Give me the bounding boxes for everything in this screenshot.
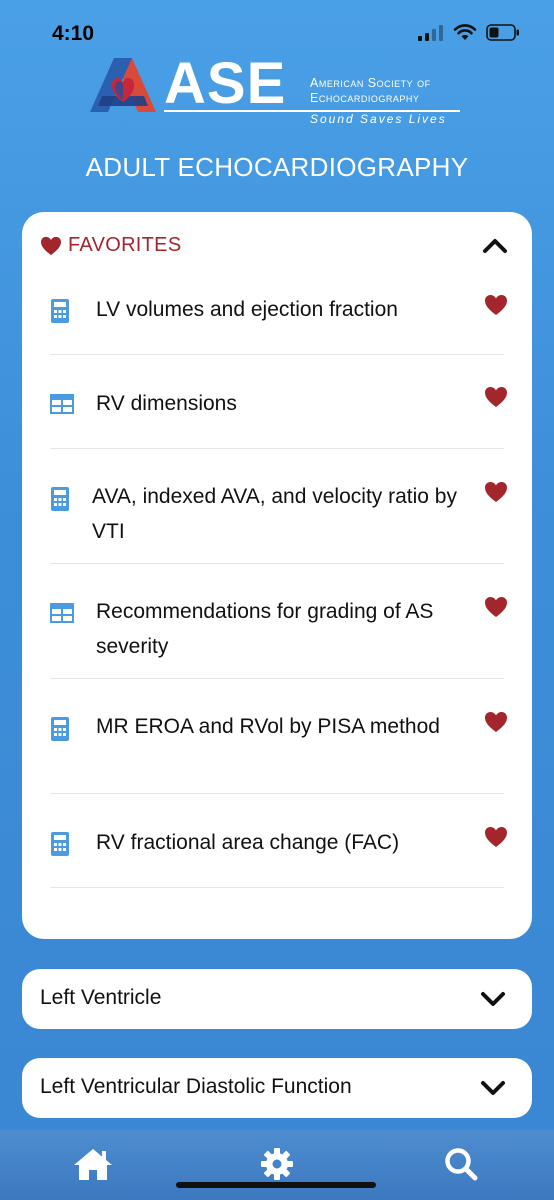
calculator-icon <box>51 487 69 511</box>
favorites-header[interactable]: FAVORITES <box>40 234 181 257</box>
home-icon[interactable] <box>72 1146 114 1182</box>
calculator-icon <box>51 717 69 741</box>
logo-org-line-2: Echocardiography <box>310 91 420 105</box>
chevron-down-icon <box>481 992 505 1006</box>
heart-triangle-logo-mark <box>90 58 156 112</box>
logo-organization-name: American Society of Echocardiography <box>310 76 431 106</box>
logo-org-line-1: American Society of <box>310 76 431 90</box>
status-time: 4:10 <box>52 22 95 45</box>
wifi-icon <box>453 24 477 40</box>
heart-icon <box>41 236 61 255</box>
favorite-item-as-severity[interactable]: Recommendations for grading of AS severi… <box>50 563 507 679</box>
chevron-down-icon <box>481 1081 505 1095</box>
favorite-item-label: AVA, indexed AVA, and velocity ratio by … <box>92 485 457 543</box>
favorite-item-label: LV volumes and ejection fraction <box>96 298 398 321</box>
calculator-icon <box>51 299 69 323</box>
favorite-item-label: Recommendations for grading of AS severi… <box>96 600 434 658</box>
status-icons <box>418 24 520 41</box>
calculator-icon <box>51 832 69 856</box>
section-label: Left Ventricular Diastolic Function <box>40 1075 352 1098</box>
table-icon <box>50 394 74 414</box>
section-label: Left Ventricle <box>40 986 162 1009</box>
favorites-card: FAVORITES LV volumes and ejection fracti… <box>22 212 532 939</box>
battery-icon <box>486 24 519 41</box>
favorite-heart-icon[interactable] <box>484 386 508 408</box>
favorite-item-rv-fac[interactable]: RV fractional area change (FAC) <box>50 793 507 888</box>
favorite-heart-icon[interactable] <box>484 481 508 503</box>
favorite-heart-icon[interactable] <box>484 826 508 848</box>
favorite-item-rv-dimensions[interactable]: RV dimensions <box>50 354 507 449</box>
favorite-item-label: RV dimensions <box>96 392 237 415</box>
bottom-tab-bar <box>0 1130 554 1200</box>
favorite-item-label: RV fractional area change (FAC) <box>96 831 400 854</box>
favorite-heart-icon[interactable] <box>484 294 508 316</box>
section-left-ventricle[interactable]: Left Ventricle <box>22 969 532 1029</box>
cellular-signal-icon <box>418 24 443 41</box>
ase-logo: ASE American Society of Echocardiography… <box>88 51 468 132</box>
favorite-heart-icon[interactable] <box>484 711 508 733</box>
favorites-label: FAVORITES <box>68 234 182 256</box>
favorite-item-ava[interactable]: AVA, indexed AVA, and velocity ratio by … <box>50 448 507 564</box>
favorite-item-mr-eroa[interactable]: MR EROA and RVol by PISA method <box>50 678 507 794</box>
favorite-item-lv-volumes[interactable]: LV volumes and ejection fraction <box>50 280 507 355</box>
favorite-heart-icon[interactable] <box>484 596 508 618</box>
page-title: ADULT ECHOCARDIOGRAPHY <box>85 152 469 182</box>
search-icon[interactable] <box>443 1146 479 1182</box>
table-icon <box>50 603 74 623</box>
settings-gear-icon[interactable] <box>259 1146 295 1182</box>
home-indicator <box>176 1182 376 1188</box>
app-screen: 4:10 ASE American Society of Echocardiog… <box>0 0 554 1200</box>
logo-wordmark: ASE <box>164 51 287 116</box>
favorite-item-label: MR EROA and RVol by PISA method <box>96 715 440 738</box>
chevron-up-icon[interactable] <box>482 238 508 254</box>
logo-tagline: Sound Saves Lives <box>310 112 447 126</box>
section-lv-diastolic-function[interactable]: Left Ventricular Diastolic Function <box>22 1058 532 1118</box>
